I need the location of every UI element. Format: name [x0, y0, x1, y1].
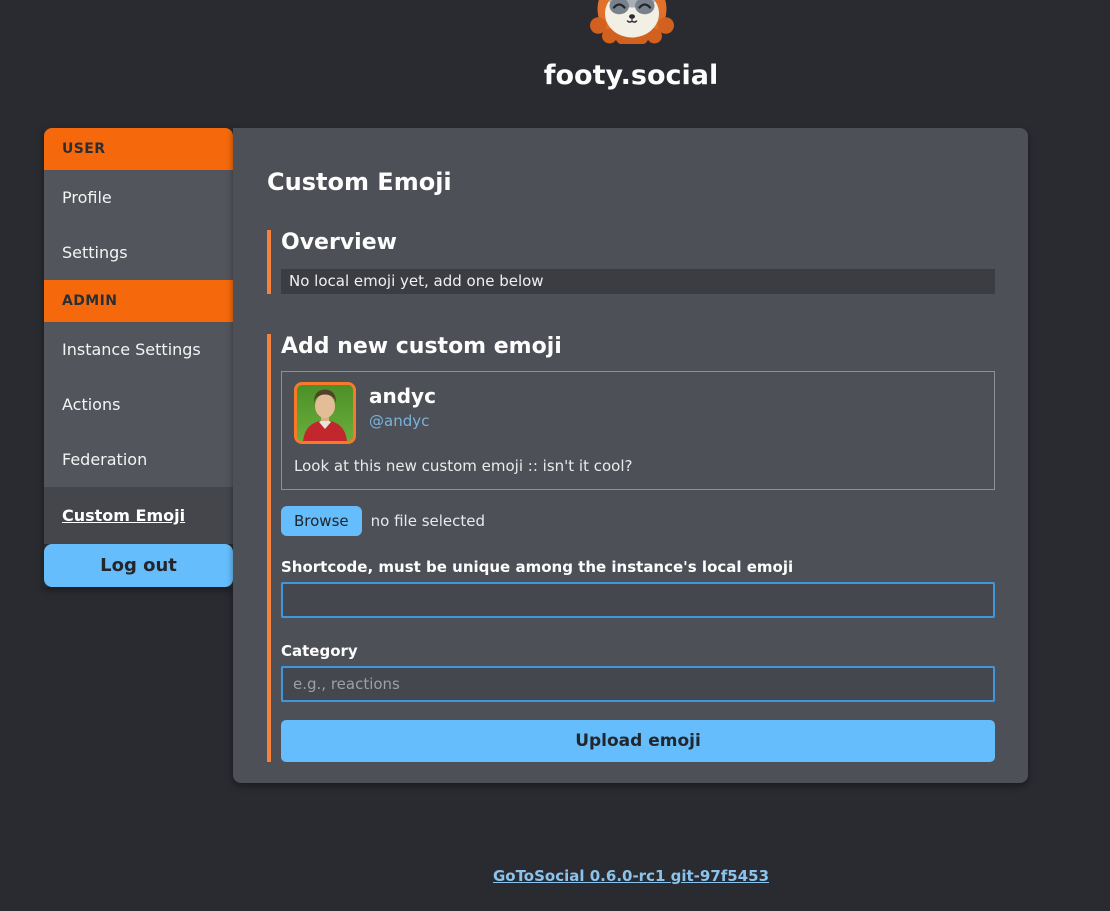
shortcode-input[interactable]	[281, 582, 995, 618]
file-input-row: Browse no file selected	[281, 506, 995, 536]
sidebar-item-settings[interactable]: Settings	[44, 225, 233, 280]
sidebar-section-user: USER	[44, 128, 233, 170]
version-link[interactable]: GoToSocial 0.6.0-rc1 git-97f5453	[493, 867, 769, 885]
sidebar-item-actions[interactable]: Actions	[44, 377, 233, 432]
add-emoji-section: Add new custom emoji andyc @andyc Look a…	[267, 334, 995, 762]
sidebar-section-admin: ADMIN	[44, 280, 233, 322]
preview-status-text: Look at this new custom emoji :: isn't i…	[294, 457, 633, 475]
sidebar-item-instance-settings[interactable]: Instance Settings	[44, 322, 233, 377]
preview-card-header: andyc @andyc	[294, 382, 982, 444]
footer: GoToSocial 0.6.0-rc1 git-97f5453	[233, 866, 1029, 885]
browse-button[interactable]: Browse	[281, 506, 362, 536]
add-emoji-heading: Add new custom emoji	[281, 334, 562, 359]
shortcode-label: Shortcode, must be unique among the inst…	[281, 558, 794, 576]
page-title: Custom Emoji	[267, 168, 452, 196]
file-status-text: no file selected	[370, 512, 486, 530]
overview-section: Overview No local emoji yet, add one bel…	[267, 230, 995, 294]
display-name: andyc	[369, 384, 436, 408]
sidebar-item-federation[interactable]: Federation	[44, 432, 233, 487]
upload-emoji-button[interactable]: Upload emoji	[281, 720, 995, 762]
avatar	[294, 382, 356, 444]
category-label: Category	[281, 642, 358, 660]
emoji-preview-card: andyc @andyc Look at this new custom emo…	[281, 371, 995, 490]
empty-emoji-message: No local emoji yet, add one below	[281, 269, 995, 294]
settings-panel: Custom Emoji Overview No local emoji yet…	[233, 128, 1028, 783]
overview-heading: Overview	[281, 230, 397, 255]
sidebar-item-custom-emoji[interactable]: Custom Emoji	[44, 487, 233, 544]
sloth-mascot-icon	[590, 0, 674, 44]
logout-button[interactable]: Log out	[44, 544, 233, 587]
avatar-photo-icon	[297, 385, 353, 441]
category-input[interactable]	[281, 666, 995, 702]
sidebar-item-profile[interactable]: Profile	[44, 170, 233, 225]
preview-names: andyc @andyc	[369, 382, 436, 430]
instance-title: footy.social	[543, 60, 719, 91]
instance-logo	[587, 0, 677, 44]
username: @andyc	[369, 412, 430, 430]
sidebar: USER Profile Settings ADMIN Instance Set…	[44, 128, 233, 587]
